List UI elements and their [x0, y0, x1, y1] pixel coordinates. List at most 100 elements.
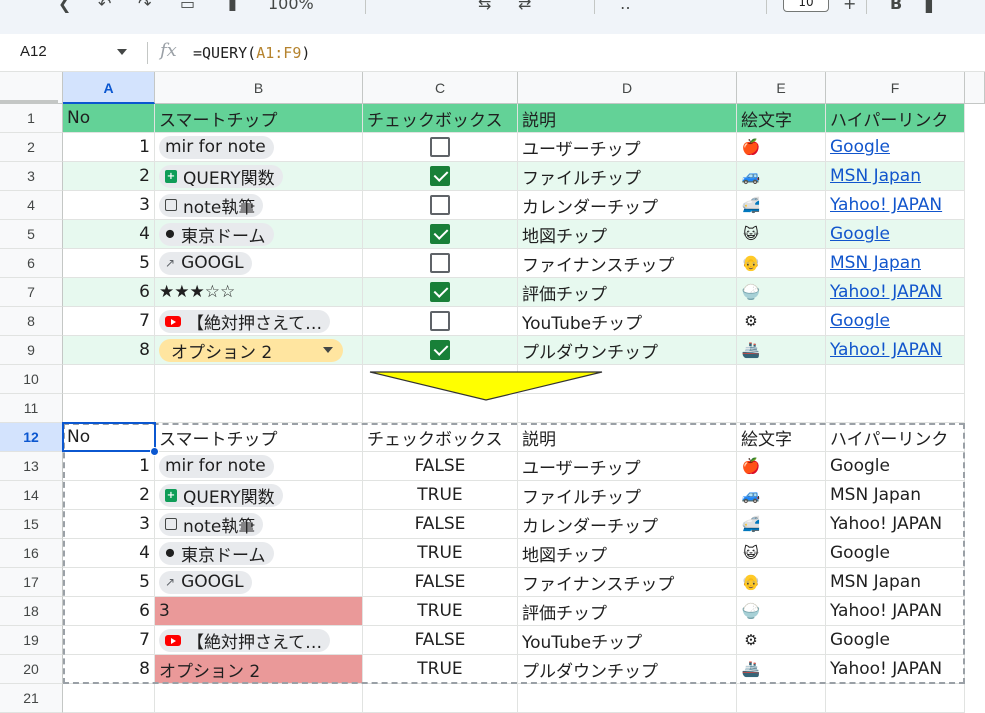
cell-b3[interactable]: + QUERY関数 — [155, 162, 363, 191]
cell-f14[interactable]: MSN Japan — [826, 481, 965, 510]
cell-d13[interactable]: ユーザーチップ — [518, 452, 737, 481]
row-header-4[interactable]: 4 — [0, 191, 63, 220]
smart-chip[interactable]: + QUERY関数 — [159, 483, 283, 508]
zoom-select[interactable]: 100% — [268, 0, 314, 13]
cell-e4[interactable]: 🚅 — [737, 191, 826, 220]
cell-f20[interactable]: Yahoo! JAPAN — [826, 655, 965, 684]
increase-decimal-icon[interactable]: ⇄ — [518, 0, 531, 13]
select-all-corner[interactable] — [0, 72, 63, 104]
cell-a9[interactable]: 8 — [63, 336, 155, 365]
cell-d9[interactable]: プルダウンチップ — [518, 336, 737, 365]
cell-f11[interactable] — [826, 394, 965, 423]
italic-icon[interactable]: ▌ — [926, 0, 938, 13]
cell-a15[interactable]: 3 — [63, 510, 155, 539]
cell-f5[interactable]: Google — [826, 220, 965, 249]
column-header-a[interactable]: A — [63, 72, 155, 104]
cell-f10[interactable] — [826, 365, 965, 394]
cell-d7[interactable]: 評価チップ — [518, 278, 737, 307]
cell-e6[interactable]: 👴 — [737, 249, 826, 278]
row-header-21[interactable]: 21 — [0, 684, 63, 713]
cell-b18[interactable]: 3 — [155, 597, 363, 626]
redo-icon[interactable]: ↷ — [138, 0, 151, 13]
cell-d21[interactable] — [518, 684, 737, 713]
cell-a8[interactable]: 7 — [63, 307, 155, 336]
cell-a2[interactable]: 1 — [63, 133, 155, 162]
decrease-decimal-icon[interactable]: ⇆ — [478, 0, 491, 13]
cell-e3[interactable]: 🚙 — [737, 162, 826, 191]
cell-b20[interactable]: オプション 2 — [155, 655, 363, 684]
row-header-6[interactable]: 6 — [0, 249, 63, 278]
cell-b17[interactable]: ↗ GOOGL — [155, 568, 363, 597]
font-size-input[interactable]: 10 — [783, 0, 829, 12]
cell-b10[interactable] — [155, 365, 363, 394]
row-header-19[interactable]: 19 — [0, 626, 63, 655]
cell-a10[interactable] — [63, 365, 155, 394]
checkbox[interactable] — [430, 282, 450, 302]
cell-f19[interactable]: Google — [826, 626, 965, 655]
cell-b11[interactable] — [155, 394, 363, 423]
smart-chip[interactable]: note執筆 — [159, 512, 264, 537]
cell-c12[interactable]: チェックボックス — [363, 423, 518, 452]
cell-a7[interactable]: 6 — [63, 278, 155, 307]
hyperlink[interactable]: Google — [830, 137, 890, 157]
cell-b5[interactable]: ⬤ 東京ドーム — [155, 220, 363, 249]
row-header-5[interactable]: 5 — [0, 220, 63, 249]
cell-f2[interactable]: Google — [826, 133, 965, 162]
checkbox[interactable] — [430, 137, 450, 157]
checkbox[interactable] — [430, 166, 450, 186]
cell-a1[interactable]: No — [63, 104, 155, 133]
smart-chip[interactable]: 【絶対押さえて… — [159, 309, 331, 334]
cell-e19[interactable]: ⚙ — [737, 626, 826, 655]
cell-a18[interactable]: 6 — [63, 597, 155, 626]
row-header-9[interactable]: 9 — [0, 336, 63, 365]
cell-c19[interactable]: FALSE — [363, 626, 518, 655]
fill-handle[interactable] — [150, 447, 159, 456]
cell-c13[interactable]: FALSE — [363, 452, 518, 481]
row-header-10[interactable]: 10 — [0, 365, 63, 394]
cell-f13[interactable]: Google — [826, 452, 965, 481]
bold-button[interactable]: B — [890, 0, 902, 13]
cell-f21[interactable] — [826, 684, 965, 713]
checkbox[interactable] — [430, 224, 450, 244]
smart-chip[interactable]: ↗ GOOGL — [159, 570, 252, 594]
cell-a5[interactable]: 4 — [63, 220, 155, 249]
cell-d16[interactable]: 地図チップ — [518, 539, 737, 568]
column-header-e[interactable]: E — [737, 72, 826, 104]
cell-c21[interactable] — [363, 684, 518, 713]
row-header-14[interactable]: 14 — [0, 481, 63, 510]
cell-e21[interactable] — [737, 684, 826, 713]
cell-e10[interactable] — [737, 365, 826, 394]
column-header-b[interactable]: B — [155, 72, 363, 104]
checkbox[interactable] — [430, 311, 450, 331]
cell-c15[interactable]: FALSE — [363, 510, 518, 539]
cell-f6[interactable]: MSN Japan — [826, 249, 965, 278]
cell-d14[interactable]: ファイルチップ — [518, 481, 737, 510]
cell-b12[interactable]: スマートチップ — [155, 423, 363, 452]
back-icon[interactable]: ❮ — [58, 0, 71, 13]
cell-f7[interactable]: Yahoo! JAPAN — [826, 278, 965, 307]
increase-font-size-icon[interactable]: + — [843, 0, 856, 13]
cell-b19[interactable]: 【絶対押さえて… — [155, 626, 363, 655]
cell-c5[interactable] — [363, 220, 518, 249]
font-select[interactable]: ‥ — [620, 0, 631, 13]
cell-d20[interactable]: プルダウンチップ — [518, 655, 737, 684]
print-icon[interactable]: ▭ — [180, 0, 195, 13]
cell-f1[interactable]: ハイパーリンク — [826, 104, 965, 133]
column-header-d[interactable]: D — [518, 72, 737, 104]
cell-d19[interactable]: YouTubeチップ — [518, 626, 737, 655]
cell-f15[interactable]: Yahoo! JAPAN — [826, 510, 965, 539]
checkbox[interactable] — [430, 253, 450, 273]
cell-e17[interactable]: 👴 — [737, 568, 826, 597]
hyperlink[interactable]: Yahoo! JAPAN — [830, 282, 942, 302]
cell-f3[interactable]: MSN Japan — [826, 162, 965, 191]
cell-b4[interactable]: note執筆 — [155, 191, 363, 220]
cell-b14[interactable]: + QUERY関数 — [155, 481, 363, 510]
cell-d8[interactable]: YouTubeチップ — [518, 307, 737, 336]
row-header-1[interactable]: 1 — [0, 104, 63, 133]
row-header-15[interactable]: 15 — [0, 510, 63, 539]
cell-e8[interactable]: ⚙ — [737, 307, 826, 336]
spreadsheet-grid[interactable]: A B C D E F 1 2 3 4 5 6 7 8 9 10 11 12 13 14 15 16 17 18 19 20 21 N… — [0, 72, 985, 713]
cell-b21[interactable] — [155, 684, 363, 713]
row-header-2[interactable]: 2 — [0, 133, 63, 162]
cell-f18[interactable]: Yahoo! JAPAN — [826, 597, 965, 626]
